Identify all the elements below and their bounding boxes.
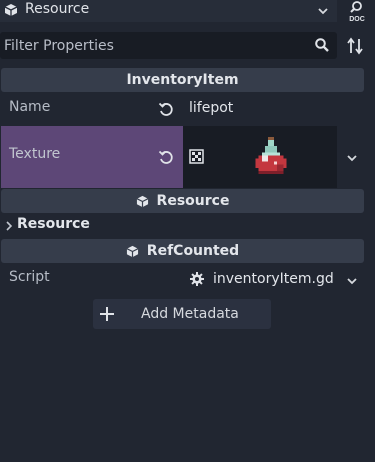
filter-properties-input[interactable]: [4, 36, 304, 56]
gear-icon: [190, 272, 204, 286]
section-title: InventoryItem: [126, 72, 239, 88]
potion-texture-preview: [255, 137, 287, 174]
refcounted-cube-icon: [126, 245, 139, 257]
section-title: Resource: [156, 193, 230, 209]
texture-label: Texture: [9, 146, 61, 162]
chevron-down-icon[interactable]: [346, 275, 358, 287]
section-inventory-item[interactable]: InventoryItem: [1, 68, 364, 92]
add-metadata-label: Add Metadata: [141, 306, 239, 322]
svg-text:DOC: DOC: [349, 16, 365, 23]
compressed-texture-icon: [189, 149, 204, 164]
resource-cube-icon: [4, 4, 18, 16]
script-value[interactable]: inventoryItem.gd: [213, 271, 334, 287]
doc-search-icon[interactable]: DOC: [339, 0, 375, 24]
search-icon: [315, 38, 329, 52]
revert-icon[interactable]: [158, 149, 174, 165]
script-label: Script: [9, 269, 50, 285]
chevron-down-icon[interactable]: [346, 152, 358, 164]
add-metadata-button[interactable]: Add Metadata: [93, 299, 271, 329]
revert-icon[interactable]: [158, 101, 174, 117]
section-title: RefCounted: [146, 243, 240, 259]
resource-group-label[interactable]: Resource: [17, 216, 90, 232]
resource-title: Resource: [25, 1, 90, 17]
chevron-down-icon[interactable]: [317, 5, 329, 17]
section-resource[interactable]: Resource: [1, 189, 364, 213]
plus-icon: [100, 307, 114, 321]
resource-cube-icon: [136, 195, 148, 207]
name-label: Name: [9, 99, 51, 115]
name-value[interactable]: lifepot: [189, 100, 233, 116]
section-refcounted[interactable]: RefCounted: [1, 239, 364, 263]
chevron-right-icon[interactable]: [4, 220, 14, 232]
property-settings-icon[interactable]: [346, 37, 364, 55]
